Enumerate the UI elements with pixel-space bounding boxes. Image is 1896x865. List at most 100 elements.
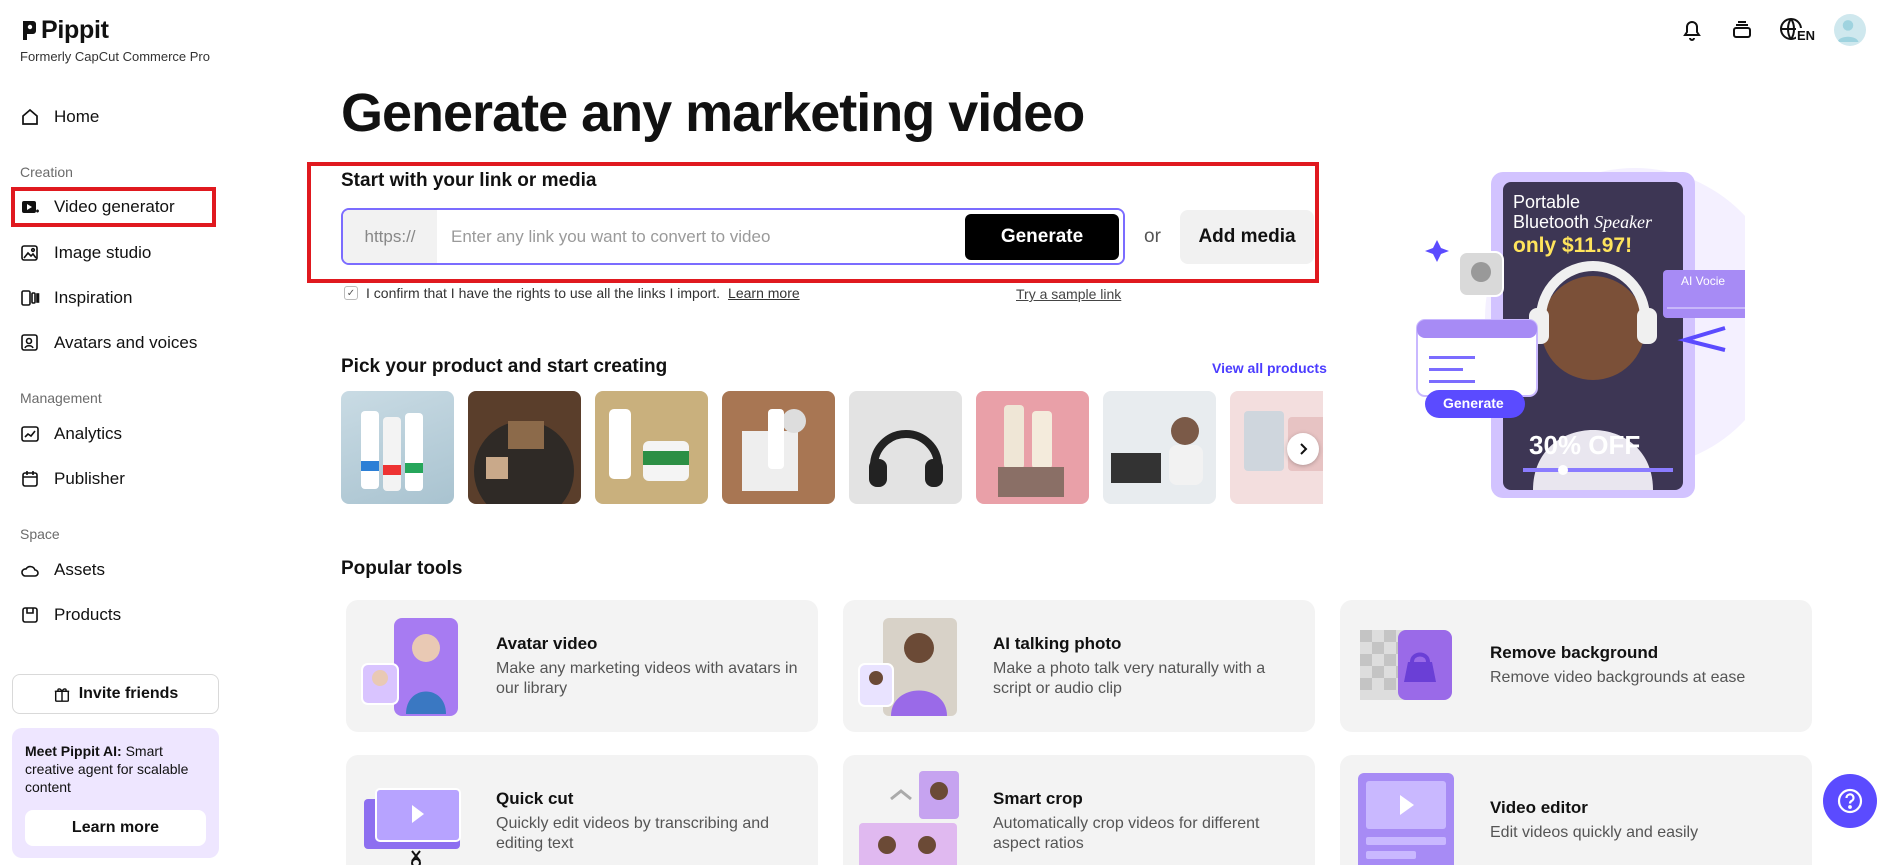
sidebar-item-home[interactable]: Home [20, 103, 99, 131]
confirm-text: I confirm that I have the rights to use … [366, 285, 721, 301]
question-icon [1837, 788, 1863, 814]
tool-desc: Make a photo talk very naturally with a … [993, 660, 1266, 697]
hero-generate-label: Generate [1443, 395, 1504, 411]
pippit-ai-promo: Meet Pippit AI: Smart creative agent for… [12, 728, 219, 858]
bell-icon[interactable] [1678, 16, 1706, 44]
or-separator: or [1144, 226, 1161, 247]
talking-photo-thumb-icon [858, 618, 957, 716]
tool-card-quick-cut[interactable]: Quick cut Quickly edit videos by transcr… [346, 755, 818, 865]
tool-desc: Quickly edit videos by transcribing and … [496, 815, 770, 852]
pick-product-title: Pick your product and start creating [341, 356, 668, 377]
home-icon [22, 108, 38, 125]
image-studio-icon [21, 245, 38, 261]
hero-discount: 30% OFF [1529, 430, 1641, 460]
brand-logo[interactable]: Pippit [21, 16, 109, 45]
generate-button[interactable]: Generate [965, 214, 1119, 260]
remove-background-thumb-icon [1360, 630, 1452, 700]
sidebar-item-label: Products [54, 605, 122, 624]
tool-desc: Edit videos quickly and easily [1490, 824, 1699, 841]
url-prefix: https:// [343, 210, 437, 263]
quick-cut-thumb-icon [364, 788, 461, 865]
sidebar-item-analytics[interactable]: Analytics [20, 420, 122, 448]
product-thumbnail[interactable] [1103, 391, 1216, 504]
promo-text: Meet Pippit AI: Smart creative agent for… [25, 743, 189, 795]
brand-subtitle: Formerly CapCut Commerce Pro [20, 49, 210, 64]
calendar-icon [22, 471, 38, 487]
section-management: Management [20, 390, 102, 406]
cloud-icon [21, 565, 39, 577]
sidebar-item-assets[interactable]: Assets [20, 556, 105, 584]
tool-name: Video editor [1490, 798, 1588, 817]
sidebar-item-label: Assets [54, 560, 106, 579]
sidebar-item-label: Analytics [54, 424, 123, 443]
learn-more-button[interactable]: Learn more [25, 810, 206, 846]
pippit-logo-icon [23, 21, 36, 40]
product-thumbnail[interactable] [595, 391, 708, 504]
tool-name: AI talking photo [993, 634, 1122, 653]
hero-ai-label: AI Vocie [1681, 274, 1726, 288]
view-all-products-link[interactable]: View all products [1212, 360, 1327, 376]
sidebar: Pippit Formerly CapCut Commerce Pro Home… [0, 0, 232, 865]
sidebar-item-video-generator[interactable]: Video generator [20, 193, 175, 221]
product-thumbnail[interactable] [849, 391, 962, 504]
tool-name: Quick cut [496, 789, 574, 808]
sidebar-item-image-studio[interactable]: Image studio [20, 239, 151, 267]
sidebar-item-label: Image studio [54, 243, 152, 262]
carousel-next-button[interactable] [1287, 433, 1319, 465]
hero-illustration: Portable Bluetooth Speaker only $11.97! … [1405, 168, 1785, 508]
sidebar-item-label: Publisher [54, 469, 125, 488]
tool-card-video-editor[interactable]: Video editor Edit videos quickly and eas… [1340, 755, 1812, 865]
tool-desc: Make any marketing videos with avatars i… [496, 660, 798, 697]
invite-label: Invite friends [78, 685, 179, 702]
language-code: EN [1796, 28, 1817, 43]
section-space: Space [20, 526, 60, 542]
products-icon [22, 607, 38, 623]
product-thumbnail[interactable] [722, 391, 835, 504]
confirm-checkbox[interactable]: ✓ [344, 286, 358, 300]
tool-name: Avatar video [496, 634, 598, 653]
avatar-video-thumb-icon [361, 618, 458, 716]
sidebar-item-avatars-voices[interactable]: Avatars and voices [20, 329, 197, 357]
sidebar-item-products[interactable]: Products [20, 601, 121, 629]
user-avatar-icon [1837, 20, 1859, 42]
video-editor-thumb-icon [1358, 773, 1454, 865]
sidebar-item-label: Video generator [54, 197, 175, 216]
sidebar-item-inspiration[interactable]: Inspiration [20, 284, 132, 312]
url-input-group: https:// Generate [341, 208, 1125, 265]
header-icons: EN [1678, 14, 1866, 46]
smart-crop-thumb-icon [859, 771, 959, 865]
product-thumbnail[interactable] [976, 391, 1089, 504]
tool-card-remove-background[interactable]: Remove background Remove video backgroun… [1340, 600, 1812, 732]
sample-link[interactable]: Try a sample link [1016, 286, 1121, 302]
start-label: Start with your link or media [341, 170, 597, 191]
language-switcher[interactable]: EN [1778, 16, 1817, 44]
inspiration-icon [21, 290, 40, 306]
tool-desc: Automatically crop videos for different … [993, 815, 1260, 852]
hero-line2: Bluetooth Speaker [1513, 212, 1653, 232]
sidebar-item-label: Home [54, 107, 100, 126]
product-thumbnail[interactable] [341, 391, 454, 504]
confirm-rights-row: ✓ I confirm that I have the rights to us… [344, 285, 800, 301]
product-thumbnail[interactable] [468, 391, 581, 504]
user-avatar[interactable] [1834, 14, 1866, 46]
sidebar-item-label: Avatars and voices [54, 333, 198, 352]
page-title: Generate any marketing video [341, 83, 1085, 143]
tool-card-avatar-video[interactable]: Avatar video Make any marketing videos w… [346, 600, 818, 732]
help-button[interactable] [1823, 774, 1877, 828]
brand-name: Pippit [41, 16, 109, 44]
add-media-button[interactable]: Add media [1180, 210, 1314, 264]
analytics-icon [21, 426, 39, 442]
learn-more-link[interactable]: Learn more [728, 285, 800, 301]
tool-name: Smart crop [993, 789, 1083, 808]
sidebar-item-label: Inspiration [54, 288, 133, 307]
stack-icon[interactable] [1728, 16, 1756, 44]
tool-desc: Remove video backgrounds at ease [1490, 669, 1746, 686]
popular-tools-title: Popular tools [341, 558, 463, 579]
section-creation: Creation [20, 164, 73, 180]
chevron-right-icon [1300, 443, 1308, 455]
gift-icon [54, 688, 69, 702]
tool-card-smart-crop[interactable]: Smart crop Automatically crop videos for… [843, 755, 1315, 865]
invite-friends-button[interactable]: Invite friends [12, 674, 219, 714]
tool-card-ai-talking-photo[interactable]: AI talking photo Make a photo talk very … [843, 600, 1315, 732]
sidebar-item-publisher[interactable]: Publisher [20, 465, 125, 493]
